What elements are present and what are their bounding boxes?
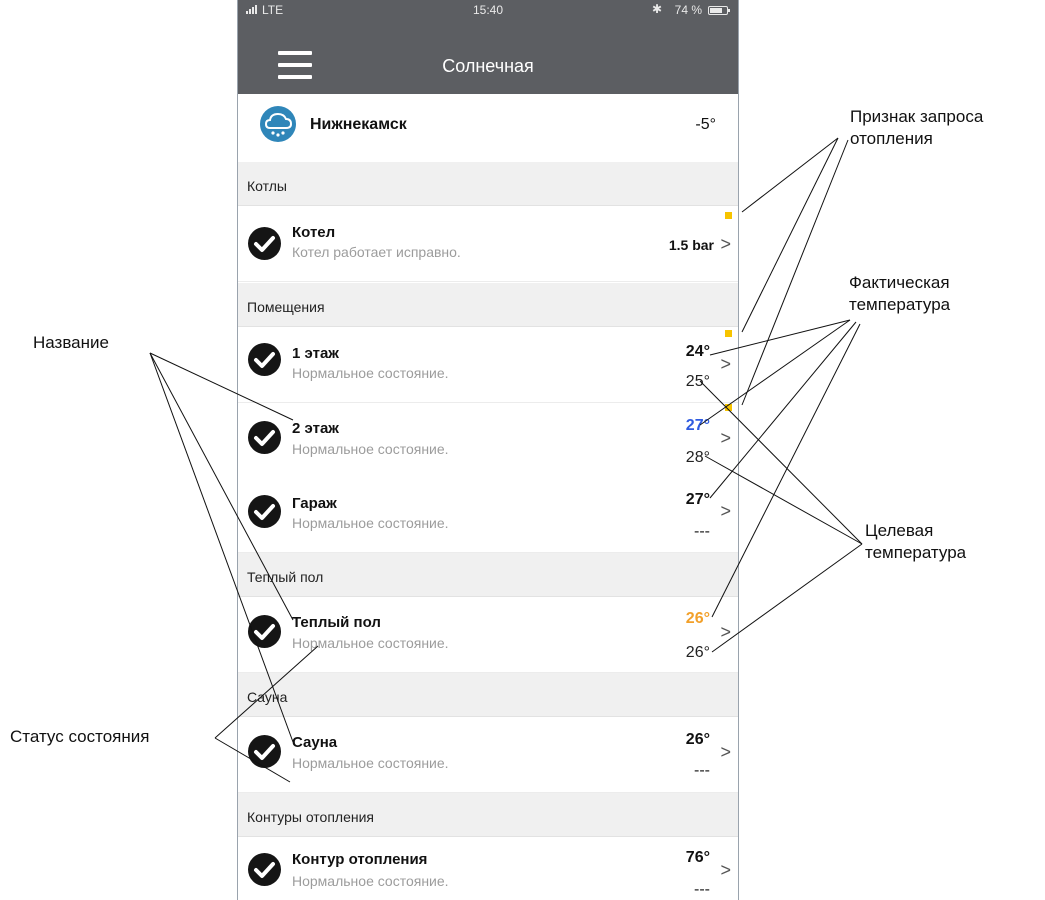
leader-line-status-sauna (214, 737, 291, 783)
leader-line-actual-floor (711, 323, 861, 618)
annotation-status: Статус состояния (10, 726, 149, 748)
leader-line-target-room1 (699, 380, 863, 545)
annotation-name: Название (33, 332, 109, 354)
annotation-heat-request: Признак запроса отопления (850, 106, 983, 150)
leader-line-target-room2 (704, 455, 863, 545)
leader-line-target-floor (711, 543, 863, 653)
leader-line-actual-room1 (709, 319, 851, 356)
annotation-actual-temperature-text: Фактическая температура (849, 273, 951, 314)
annotation-actual-temperature: Фактическая температура (849, 272, 950, 316)
leader-line-heat-request-room2 (741, 139, 849, 406)
annotation-status-text: Статус состояния (10, 727, 150, 746)
annotation-heat-request-text: Признак запроса отопления (850, 107, 984, 148)
annotation-name-text: Название (33, 333, 109, 352)
leader-line-status-floor (214, 645, 319, 739)
annotation-target-temperature-text: Целевая температура (865, 521, 967, 562)
leader-line-name-floor (149, 352, 294, 621)
leader-line-name-sauna (149, 352, 294, 743)
leader-line-heat-request-room1 (741, 137, 839, 333)
annotation-target-temperature: Целевая температура (865, 520, 966, 564)
leader-line-actual-room2 (699, 319, 851, 426)
